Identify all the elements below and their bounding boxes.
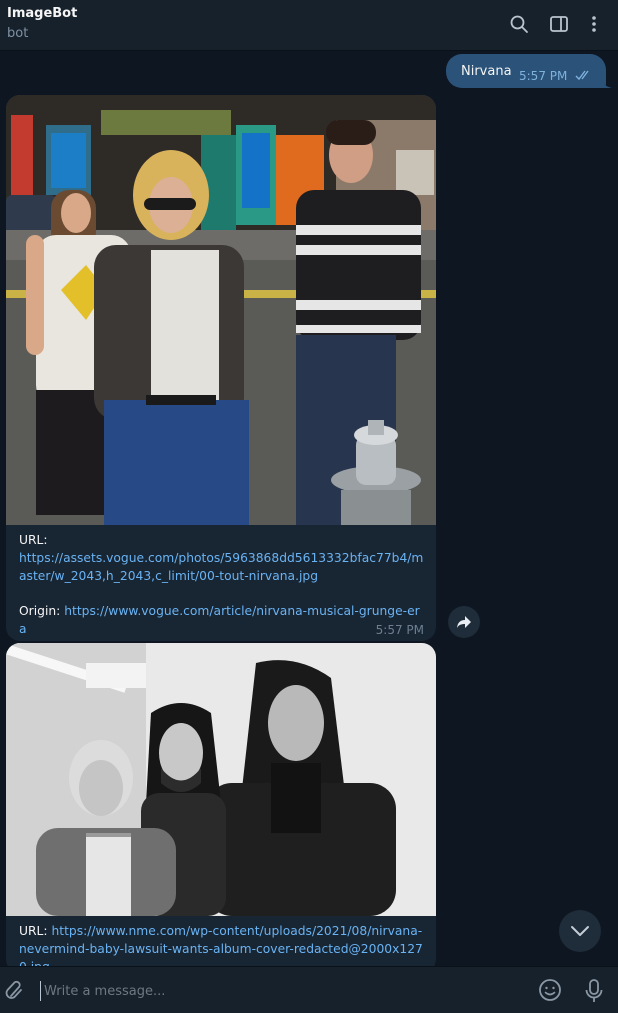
forward-arrow-icon [457,616,471,628]
message-time: 5:57 PM [375,623,424,637]
incoming-message[interactable]: URL: https://assets.vogue.com/photos/596… [6,95,436,641]
band-portrait-photo [6,643,436,916]
message-photo[interactable] [6,643,436,916]
url-label: URL: [19,533,48,547]
sidebar-toggle-icon[interactable] [548,13,570,35]
read-checkmarks-icon [575,70,589,81]
message-text: Nirvana [461,64,512,79]
message-list[interactable]: Nirvana 5:57 PM URL: https://assets.vogu… [0,51,618,966]
band-street-photo [6,95,436,525]
image-url-link[interactable]: https://www.nme.com/wp-content/uploads/2… [19,924,423,966]
message-composer [0,966,618,1013]
chat-title[interactable]: ImageBot [7,6,77,21]
url-label: URL: [19,924,48,938]
paperclip-icon[interactable] [3,979,27,1003]
chevron-down-icon [571,926,589,936]
incoming-message[interactable]: URL: https://www.nme.com/wp-content/uplo… [6,643,436,966]
bubble-tail [600,76,612,88]
message-photo[interactable] [6,95,436,525]
forward-button[interactable] [448,606,480,638]
scroll-to-bottom-button[interactable] [559,910,601,952]
outgoing-message[interactable]: Nirvana 5:57 PM [446,54,606,88]
message-caption: URL: https://assets.vogue.com/photos/596… [6,525,436,638]
origin-url-link[interactable]: https://www.vogue.com/article/nirvana-mu… [19,604,420,636]
message-input[interactable] [40,981,440,1001]
message-caption: URL: https://www.nme.com/wp-content/uplo… [6,916,436,966]
message-time: 5:57 PM [519,69,568,83]
search-icon[interactable] [508,13,530,35]
microphone-icon[interactable] [583,978,605,1004]
emoji-icon[interactable] [538,978,562,1002]
more-options-icon[interactable] [583,13,605,35]
origin-label: Origin: [19,604,61,618]
image-url-link[interactable]: https://assets.vogue.com/photos/5963868d… [19,551,423,583]
chat-header: ImageBot bot [0,0,618,51]
chat-subtitle: bot [7,26,29,41]
